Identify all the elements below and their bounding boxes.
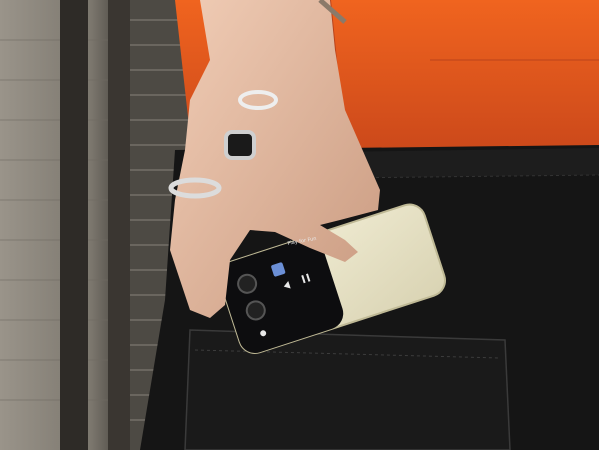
- jeans-waistband: [335, 148, 599, 178]
- back-pocket: [184, 329, 511, 450]
- signet-ring: [224, 130, 256, 160]
- photo-scene: Play for Fun: [0, 0, 599, 450]
- phone-in-pocket-photo: [0, 0, 599, 450]
- drain-pipe: [60, 0, 88, 450]
